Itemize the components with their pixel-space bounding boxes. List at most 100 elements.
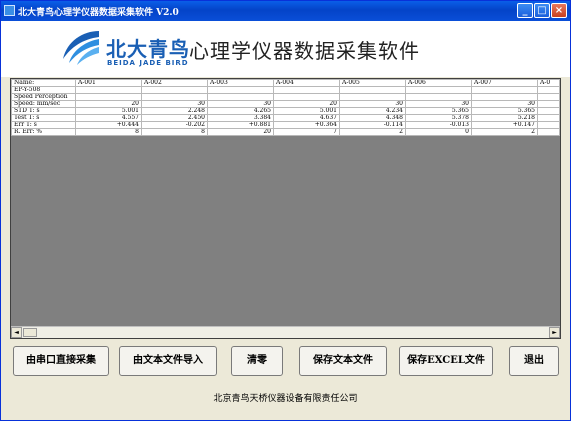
column-header[interactable]: A-007 xyxy=(471,79,538,87)
table-cell[interactable]: 3.384 xyxy=(207,114,274,122)
column-header[interactable]: A-002 xyxy=(141,79,208,87)
table-cell[interactable]: 4.637 xyxy=(273,114,340,122)
table-cell[interactable] xyxy=(339,86,406,94)
table-cell[interactable]: 30 xyxy=(141,100,208,108)
table-cell[interactable] xyxy=(273,86,340,94)
app-icon xyxy=(4,5,15,16)
table-cell[interactable] xyxy=(75,86,142,94)
column-header[interactable]: A-004 xyxy=(273,79,340,87)
table-cell[interactable] xyxy=(207,93,274,101)
table-cell[interactable]: 4.265 xyxy=(207,107,274,115)
column-header[interactable]: A-001 xyxy=(75,79,142,87)
table-cell[interactable]: 5.365 xyxy=(471,107,538,115)
row-label: EP-Y-508 xyxy=(11,86,76,94)
row-label: R. Err: % xyxy=(11,128,76,136)
horizontal-scrollbar[interactable]: ◄ ► xyxy=(11,326,560,338)
table-cell[interactable]: -0.013 xyxy=(405,121,472,129)
scroll-right-icon[interactable]: ► xyxy=(549,327,560,338)
import-text-button[interactable]: 由文本文件导入 xyxy=(119,346,217,376)
table-cell[interactable]: +0.881 xyxy=(207,121,274,129)
table-cell[interactable]: 4.348 xyxy=(339,114,406,122)
table-cell[interactable]: +0.444 xyxy=(75,121,142,129)
exit-button[interactable]: 退出 xyxy=(509,346,559,376)
table-cell[interactable]: 8 xyxy=(141,128,208,136)
title-bar[interactable]: 北大青鸟心理学仪器数据采集软件 V2.0 _ □ × xyxy=(1,1,570,21)
table-cell[interactable]: 5.378 xyxy=(405,114,472,122)
table-cell[interactable]: 2.450 xyxy=(141,114,208,122)
table-cell[interactable] xyxy=(75,93,142,101)
table-cell[interactable] xyxy=(405,93,472,101)
table-cell[interactable] xyxy=(471,86,538,94)
table-cell[interactable] xyxy=(537,128,560,136)
table-cell[interactable]: 30 xyxy=(471,100,538,108)
table-cell[interactable]: 2 xyxy=(471,128,538,136)
table-cell[interactable]: -0.202 xyxy=(141,121,208,129)
table-cell[interactable] xyxy=(537,93,560,101)
data-table: Name: A-001 A-002 A-003 A-004 A-005 A-00… xyxy=(11,79,560,136)
table-cell[interactable] xyxy=(405,86,472,94)
table-cell[interactable]: +0.364 xyxy=(273,121,340,129)
table-row: Speed: mm/sec 20 30 30 20 30 30 30 xyxy=(11,100,560,108)
column-header[interactable]: A-0 xyxy=(537,79,560,87)
table-row: Name: A-001 A-002 A-003 A-004 A-005 A-00… xyxy=(11,79,560,87)
brand-name-cn: 北大青鸟 xyxy=(106,37,190,61)
scroll-left-icon[interactable]: ◄ xyxy=(11,327,22,338)
column-header[interactable]: A-006 xyxy=(405,79,472,87)
table-cell[interactable]: 30 xyxy=(207,100,274,108)
table-row: Err T: s +0.444 -0.202 +0.881 +0.364 -0.… xyxy=(11,121,560,129)
serial-capture-button[interactable]: 由串口直接采集 xyxy=(13,346,109,376)
table-cell[interactable] xyxy=(537,100,560,108)
table-cell[interactable] xyxy=(537,114,560,122)
row-label: STD T: s xyxy=(11,107,76,115)
table-row: STD T: s 5.001 2.248 4.265 5.001 4.234 5… xyxy=(11,107,560,115)
row-label: Name: xyxy=(11,79,76,87)
row-label: Err T: s xyxy=(11,121,76,129)
table-cell[interactable]: 20 xyxy=(75,100,142,108)
table-cell[interactable]: 2.248 xyxy=(141,107,208,115)
table-row: R. Err: % 8 8 20 7 2 0 2 xyxy=(11,128,560,136)
table-cell[interactable]: 5.365 xyxy=(405,107,472,115)
save-text-button[interactable]: 保存文本文件 xyxy=(299,346,387,376)
table-cell[interactable] xyxy=(537,86,560,94)
data-grid[interactable]: Name: A-001 A-002 A-003 A-004 A-005 A-00… xyxy=(10,78,561,339)
table-cell[interactable] xyxy=(471,93,538,101)
row-label: Test T: s xyxy=(11,114,76,122)
table-row: Test T: s 4.557 2.450 3.384 4.637 4.348 … xyxy=(11,114,560,122)
table-cell[interactable]: 4.557 xyxy=(75,114,142,122)
table-cell[interactable]: 30 xyxy=(339,100,406,108)
table-cell[interactable]: +0.147 xyxy=(471,121,538,129)
table-cell[interactable]: 20 xyxy=(207,128,274,136)
table-cell[interactable]: 2 xyxy=(339,128,406,136)
table-cell[interactable]: 5.218 xyxy=(471,114,538,122)
close-button[interactable]: × xyxy=(551,3,567,18)
table-cell[interactable] xyxy=(273,93,340,101)
table-cell[interactable] xyxy=(141,93,208,101)
column-header[interactable]: A-005 xyxy=(339,79,406,87)
table-cell[interactable] xyxy=(537,121,560,129)
table-cell[interactable]: -0.114 xyxy=(339,121,406,129)
table-cell[interactable]: 30 xyxy=(405,100,472,108)
table-cell[interactable] xyxy=(207,86,274,94)
header-banner: 北大青鸟 BEIDA JADE BIRD 心理学仪器数据采集软件 xyxy=(1,21,570,77)
table-cell[interactable]: 20 xyxy=(273,100,340,108)
jade-bird-logo-icon xyxy=(63,31,99,65)
table-cell[interactable]: 0 xyxy=(405,128,472,136)
table-cell[interactable] xyxy=(537,107,560,115)
column-header[interactable]: A-003 xyxy=(207,79,274,87)
table-cell[interactable] xyxy=(339,93,406,101)
save-excel-button[interactable]: 保存EXCEL文件 xyxy=(399,346,493,376)
minimize-button[interactable]: _ xyxy=(517,3,533,18)
table-cell[interactable]: 7 xyxy=(273,128,340,136)
table-cell[interactable]: 5.001 xyxy=(273,107,340,115)
company-footer: 北京青鸟天桥仪器设备有限责任公司 xyxy=(213,394,358,404)
main-window: 北大青鸟心理学仪器数据采集软件 V2.0 _ □ × 北大青鸟 BEIDA JA… xyxy=(0,0,571,421)
table-cell[interactable]: 5.001 xyxy=(75,107,142,115)
app-title: 心理学仪器数据采集软件 xyxy=(189,39,420,63)
clear-button[interactable]: 清零 xyxy=(231,346,283,376)
table-cell[interactable] xyxy=(141,86,208,94)
table-cell[interactable]: 4.234 xyxy=(339,107,406,115)
table-row: EP-Y-508 xyxy=(11,86,560,94)
maximize-button[interactable]: □ xyxy=(534,3,550,18)
table-cell[interactable]: 8 xyxy=(75,128,142,136)
scroll-thumb[interactable] xyxy=(23,328,37,337)
